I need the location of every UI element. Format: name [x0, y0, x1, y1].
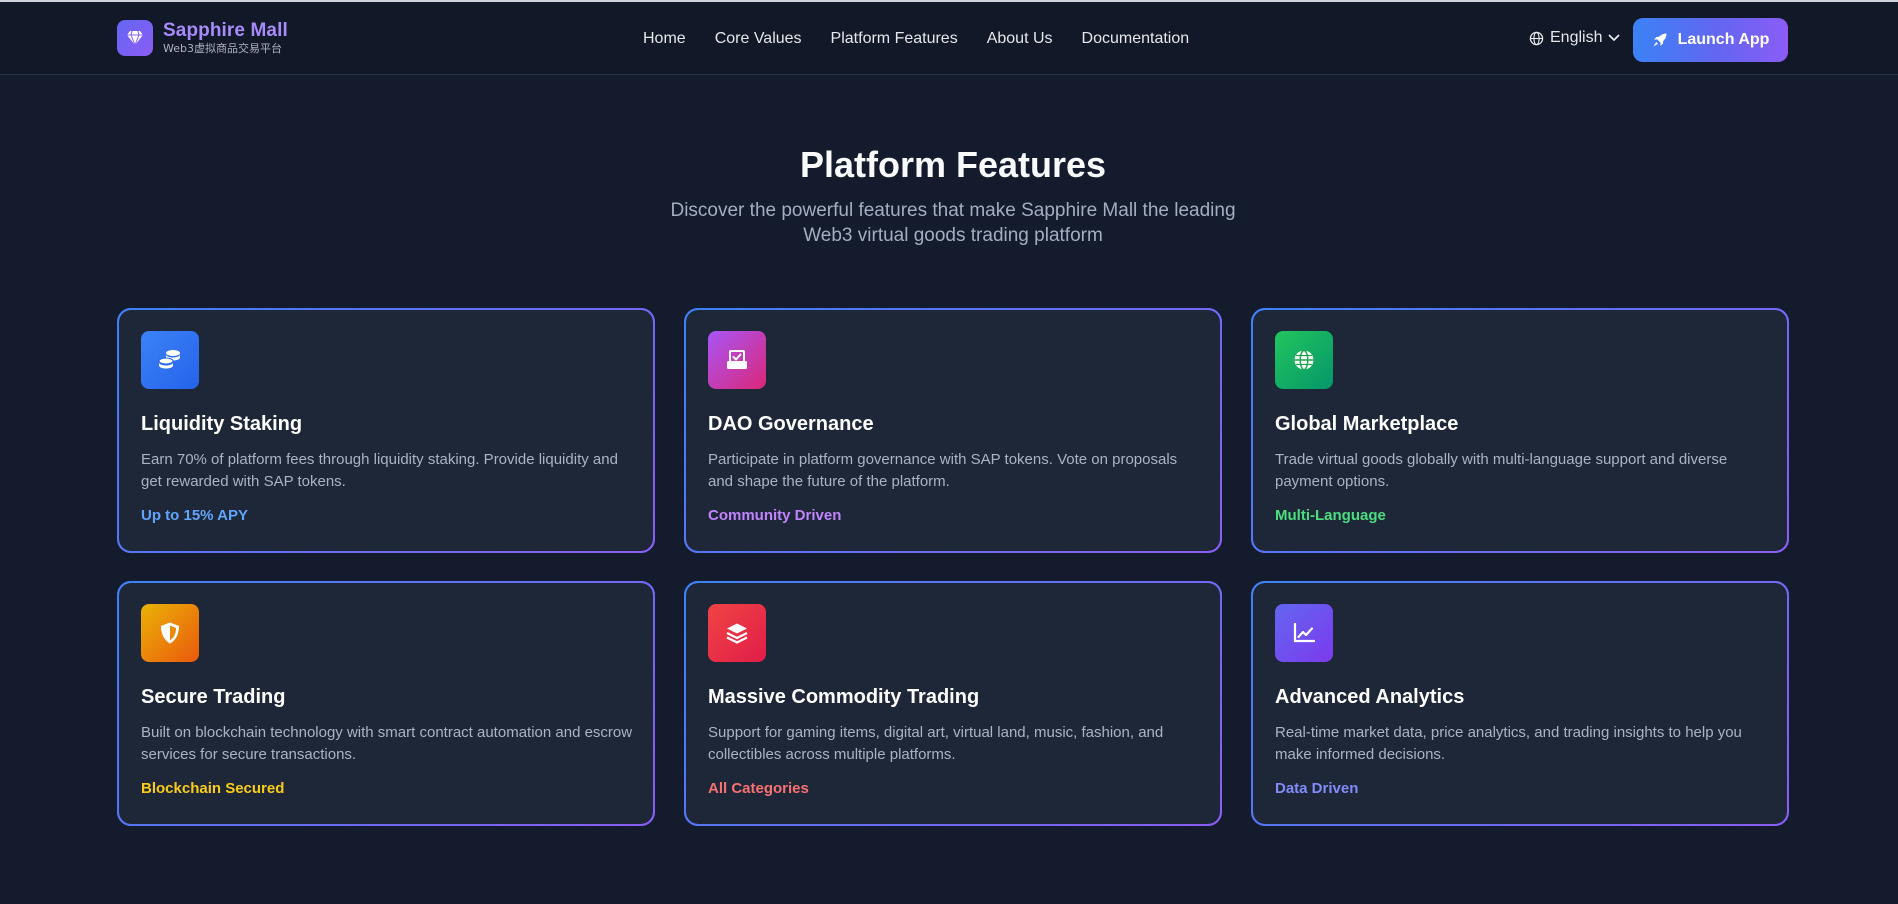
- gem-icon: [117, 20, 153, 56]
- card-tag: Community Driven: [708, 507, 842, 524]
- card-tag: Blockchain Secured: [141, 780, 285, 797]
- launch-app-label: Launch App: [1677, 31, 1770, 48]
- launch-app-button[interactable]: Launch App: [1633, 18, 1788, 62]
- card-title: Advanced Analytics: [1275, 686, 1465, 708]
- feature-card-secure-trading[interactable]: Secure Trading Built on blockchain techn…: [117, 581, 655, 826]
- brand[interactable]: Sapphire Mall Web3虚拟商品交易平台: [117, 20, 288, 56]
- globe-icon: [1275, 331, 1333, 389]
- card-description: Participate in platform governance with …: [708, 451, 1178, 490]
- brand-name: Sapphire Mall: [163, 20, 288, 41]
- feature-card-massive-commodity-trading[interactable]: Massive Commodity Trading Support for ga…: [684, 581, 1222, 826]
- nav-core-values[interactable]: Core Values: [715, 29, 802, 49]
- section-subtitle: Discover the powerful features that make…: [670, 200, 1236, 246]
- card-description: Earn 70% of platform fees through liquid…: [141, 451, 618, 490]
- language-label: English: [1550, 29, 1603, 46]
- shield-icon: [141, 604, 199, 662]
- feature-card-global-marketplace[interactable]: Global Marketplace Trade virtual goods g…: [1251, 308, 1789, 553]
- feature-card-advanced-analytics[interactable]: Advanced Analytics Real-time market data…: [1251, 581, 1789, 826]
- chevron-down-icon: [1609, 34, 1620, 41]
- card-description: Support for gaming items, digital art, v…: [708, 724, 1164, 763]
- language-selector[interactable]: English: [1529, 29, 1626, 47]
- feature-card-dao-governance[interactable]: DAO Governance Participate in platform g…: [684, 308, 1222, 553]
- nav-documentation[interactable]: Documentation: [1082, 29, 1190, 49]
- card-tag: Multi-Language: [1275, 507, 1386, 524]
- card-title: Liquidity Staking: [141, 413, 303, 435]
- feature-card-liquidity-staking[interactable]: Liquidity Staking Earn 70% of platform f…: [117, 308, 655, 553]
- coins-icon: [141, 331, 199, 389]
- card-tag: Data Driven: [1275, 780, 1359, 797]
- section-title: Platform Features: [799, 144, 1107, 185]
- card-tag: All Categories: [708, 780, 809, 797]
- card-description: Trade virtual goods globally with multi-…: [1275, 451, 1728, 490]
- brand-tagline: Web3虚拟商品交易平台: [163, 42, 282, 55]
- chart-line-icon: [1275, 604, 1333, 662]
- vote-box-icon: [708, 331, 766, 389]
- card-description: Built on blockchain technology with smar…: [141, 724, 633, 763]
- top-navbar: Sapphire Mall Web3虚拟商品交易平台 Home Core Val…: [0, 0, 1898, 75]
- nav-platform-features[interactable]: Platform Features: [831, 29, 958, 49]
- card-title: Massive Commodity Trading: [708, 686, 980, 708]
- card-tag: Up to 15% APY: [141, 507, 248, 524]
- globe-icon: [1529, 31, 1544, 45]
- card-title: DAO Governance: [708, 413, 874, 435]
- card-title: Secure Trading: [141, 686, 286, 708]
- main-nav: Home Core Values Platform Features About…: [643, 29, 1218, 49]
- nav-about-us[interactable]: About Us: [987, 29, 1053, 49]
- card-title: Global Marketplace: [1275, 413, 1459, 435]
- layers-icon: [708, 604, 766, 662]
- nav-home[interactable]: Home: [643, 29, 686, 49]
- card-description: Real-time market data, price analytics, …: [1275, 724, 1742, 763]
- rocket-icon: [1653, 33, 1667, 47]
